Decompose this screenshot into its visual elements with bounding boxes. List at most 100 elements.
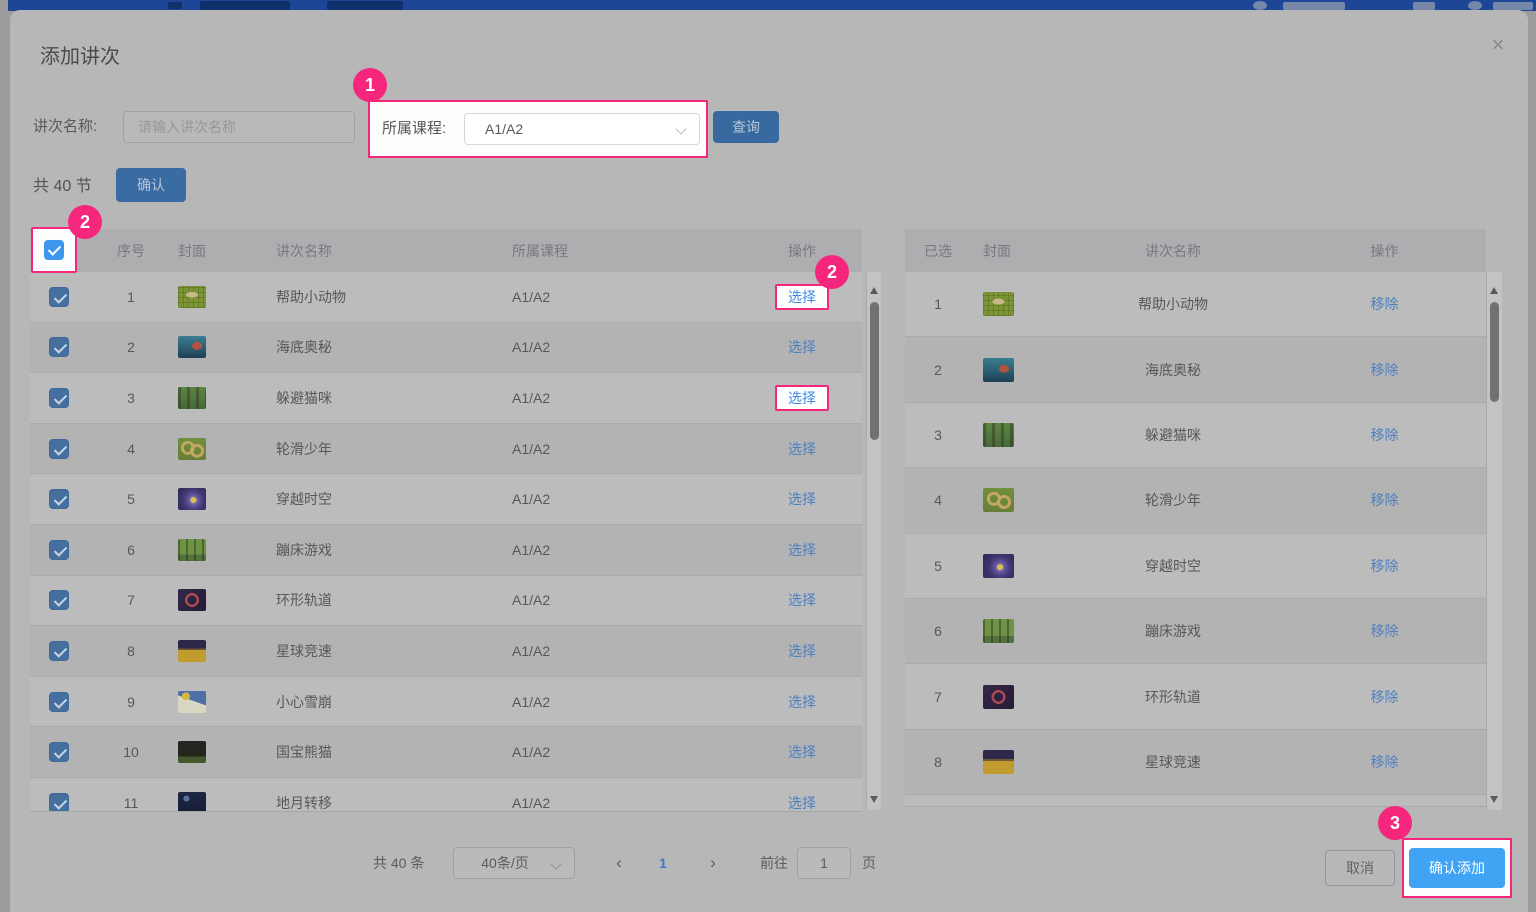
row-checkbox[interactable]	[49, 286, 69, 307]
row-checkbox[interactable]	[49, 539, 69, 560]
row-checkbox[interactable]	[49, 489, 69, 510]
select-link[interactable]: 选择	[788, 592, 816, 608]
row-checkbox[interactable]	[49, 337, 69, 358]
lecture-name: 海底奥秘	[276, 339, 332, 356]
confirm-button[interactable]: 确认	[116, 168, 186, 202]
remove-link[interactable]: 移除	[1371, 558, 1399, 574]
row-checkbox[interactable]	[49, 792, 69, 811]
cover-thumbnail	[178, 285, 206, 308]
select-all-checkbox[interactable]	[44, 240, 64, 260]
lecture-name: 躲避猫咪	[1145, 426, 1201, 443]
select-link[interactable]: 选择	[788, 289, 816, 305]
row-number: 6	[127, 541, 135, 558]
table-row: 6 蹦床游戏 A1/A2 选择	[30, 524, 862, 576]
col-header-action: 操作	[1370, 242, 1399, 259]
col-header-cover: 封面	[983, 242, 1011, 259]
cover-thumbnail	[178, 589, 206, 612]
table-row: 1 帮助小动物 A1/A2 选择	[30, 272, 862, 323]
row-number: 9	[127, 693, 135, 710]
course-name: A1/A2	[512, 440, 551, 457]
goto-page-label: 前往	[760, 855, 788, 871]
lecture-name-label: 讲次名称:	[33, 118, 98, 135]
remove-link[interactable]: 移除	[1371, 623, 1399, 639]
course-name: A1/A2	[512, 389, 551, 406]
row-checkbox[interactable]	[49, 590, 69, 611]
remove-link[interactable]: 移除	[1371, 689, 1399, 705]
lecture-name: 星球竞速	[1145, 753, 1201, 770]
goto-page-input[interactable]	[797, 847, 851, 879]
row-number: 6	[934, 623, 942, 640]
close-icon[interactable]: ×	[1485, 32, 1511, 58]
lecture-name: 轮滑少年	[276, 440, 332, 457]
scroll-down-icon[interactable]	[870, 796, 878, 803]
row-number: 5	[127, 491, 135, 508]
row-number: 2	[934, 361, 942, 378]
table-row: 6 蹦床游戏 移除	[905, 598, 1486, 665]
lecture-name: 环形轨道	[1145, 688, 1201, 705]
col-header-cover: 封面	[178, 242, 206, 259]
lecture-name: 地月转移	[276, 794, 332, 811]
course-name: A1/A2	[512, 744, 551, 761]
dialog-title: 添加讲次	[40, 46, 120, 68]
lecture-name-input[interactable]	[123, 111, 355, 143]
table-row: 1 帮助小动物 移除	[905, 272, 1486, 338]
scroll-up-icon[interactable]	[870, 287, 878, 294]
course-name: A1/A2	[512, 693, 551, 710]
remove-link[interactable]: 移除	[1371, 296, 1399, 312]
select-link[interactable]: 选择	[788, 491, 816, 507]
table-row: 10 国宝熊猫 A1/A2 选择	[30, 727, 862, 778]
row-checkbox[interactable]	[49, 742, 69, 763]
navbar-item	[200, 1, 290, 10]
scroll-up-icon[interactable]	[1490, 287, 1498, 294]
add-lecture-dialog: 添加讲次 × 讲次名称: 所属课程: A1/A2 1 查询 共 40 节 确认 …	[10, 10, 1528, 912]
table-row: 9 小心雪崩 A1/A2 选择	[30, 676, 862, 728]
page-size-value: 40条/页	[481, 855, 529, 871]
total-count-label: 共 40 条	[373, 855, 425, 871]
lecture-name: 环形轨道	[276, 592, 332, 609]
lecture-name: 蹦床游戏	[1145, 623, 1201, 640]
table-header: 已选 封面 讲次名称 操作	[905, 229, 1486, 272]
left-table-scrollbar[interactable]	[866, 272, 881, 810]
row-number: 2	[127, 339, 135, 356]
cancel-button[interactable]: 取消	[1325, 850, 1395, 886]
table-row: 2 海底奥秘 A1/A2 选择	[30, 322, 862, 374]
course-select[interactable]: A1/A2	[464, 113, 700, 145]
next-page-button[interactable]: ›	[701, 846, 725, 880]
table-row: 4 轮滑少年 移除	[905, 468, 1486, 534]
page-unit-label: 页	[862, 855, 876, 871]
remove-link[interactable]: 移除	[1371, 362, 1399, 378]
confirm-add-button[interactable]: 确认添加	[1409, 848, 1505, 888]
cover-thumbnail	[983, 357, 1014, 382]
lecture-name: 星球竞速	[276, 642, 332, 659]
select-link[interactable]: 选择	[788, 694, 816, 710]
step-badge-2: 2	[68, 205, 102, 239]
table-row: 7 环形轨道 A1/A2 选择	[30, 575, 862, 627]
row-checkbox[interactable]	[49, 387, 69, 408]
select-link[interactable]: 选择	[788, 795, 816, 811]
row-checkbox[interactable]	[49, 640, 69, 661]
remove-link[interactable]: 移除	[1371, 754, 1399, 770]
search-button[interactable]: 查询	[713, 111, 779, 143]
right-table-scrollbar[interactable]	[1486, 272, 1502, 810]
course-select-value: A1/A2	[485, 121, 524, 137]
prev-page-button[interactable]: ‹	[607, 846, 631, 880]
cover-thumbnail	[983, 422, 1014, 447]
lecture-name: 穿越时空	[276, 491, 332, 508]
table-body: 1 帮助小动物 A1/A2 选择 2 海底奥秘 A1/A2 选择 3 躲避猫咪 …	[30, 272, 862, 811]
select-link[interactable]: 选择	[788, 744, 816, 760]
row-checkbox[interactable]	[49, 438, 69, 459]
remove-link[interactable]: 移除	[1371, 427, 1399, 443]
select-link[interactable]: 选择	[788, 542, 816, 558]
step-badge-1: 1	[353, 68, 387, 102]
select-link[interactable]: 选择	[788, 390, 816, 406]
remove-link[interactable]: 移除	[1371, 492, 1399, 508]
page-size-select[interactable]: 40条/页	[453, 847, 575, 879]
select-link[interactable]: 选择	[788, 339, 816, 355]
current-page-button[interactable]: 1	[653, 846, 673, 880]
row-checkbox[interactable]	[49, 691, 69, 712]
select-link[interactable]: 选择	[788, 643, 816, 659]
select-link[interactable]: 选择	[788, 441, 816, 457]
scrollbar-thumb[interactable]	[1490, 302, 1499, 402]
scrollbar-thumb[interactable]	[870, 302, 879, 440]
scroll-down-icon[interactable]	[1490, 796, 1498, 803]
